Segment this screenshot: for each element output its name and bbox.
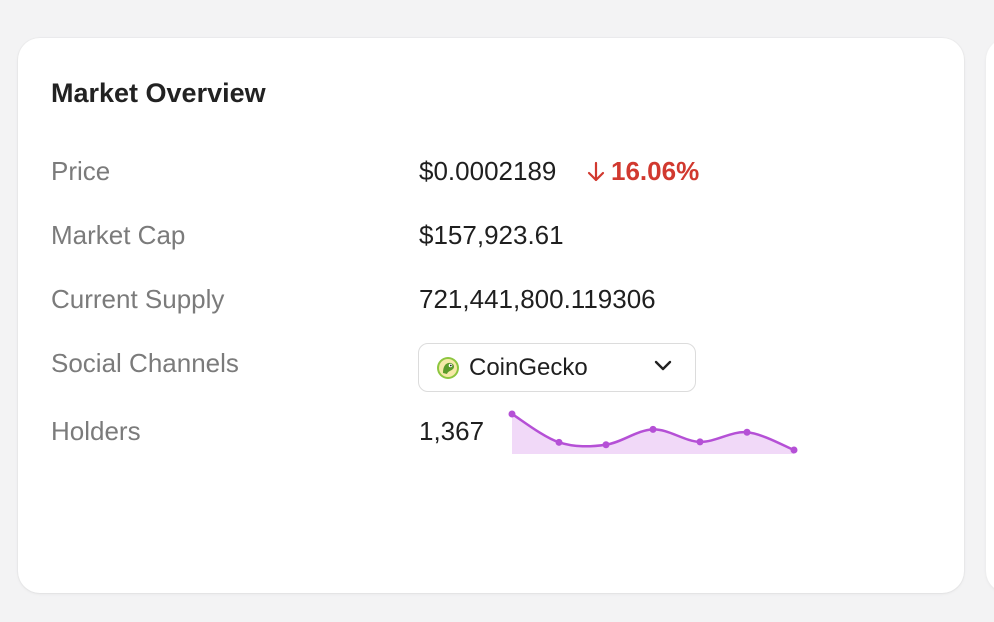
market-cap-value: $157,923.61 bbox=[419, 220, 564, 250]
sparkline-point bbox=[743, 428, 751, 436]
current-supply-value: 721,441,800.119306 bbox=[419, 284, 656, 314]
price-change: 16.06% bbox=[587, 156, 699, 187]
market-overview-card: Market Overview Price $0.0002189 16.06% … bbox=[18, 38, 964, 593]
market-cap-label: Market Cap bbox=[51, 220, 186, 250]
holders-sparkline bbox=[508, 410, 798, 454]
social-channels-dropdown[interactable]: CoinGecko bbox=[418, 343, 696, 392]
arrow-down-icon bbox=[587, 161, 605, 181]
holders-value: 1,367 bbox=[419, 416, 485, 446]
social-channels-label: Social Channels bbox=[51, 348, 239, 378]
sparkline-point bbox=[649, 425, 657, 433]
adjacent-panel-edge bbox=[986, 38, 994, 593]
sparkline-point bbox=[602, 441, 610, 449]
current-supply-label: Current Supply bbox=[51, 284, 225, 314]
social-channels-selected: CoinGecko bbox=[469, 353, 588, 381]
price-value: $0.0002189 bbox=[419, 156, 557, 186]
sparkline-point bbox=[508, 410, 516, 418]
chevron-down-icon bbox=[654, 360, 672, 371]
holders-label: Holders bbox=[51, 416, 141, 446]
card-title: Market Overview bbox=[51, 78, 266, 108]
price-label: Price bbox=[51, 156, 111, 186]
coingecko-icon bbox=[437, 356, 459, 379]
sparkline-point bbox=[790, 446, 798, 454]
sparkline-point bbox=[555, 438, 563, 446]
sparkline-point bbox=[696, 438, 704, 446]
price-change-value: 16.06% bbox=[611, 156, 700, 186]
